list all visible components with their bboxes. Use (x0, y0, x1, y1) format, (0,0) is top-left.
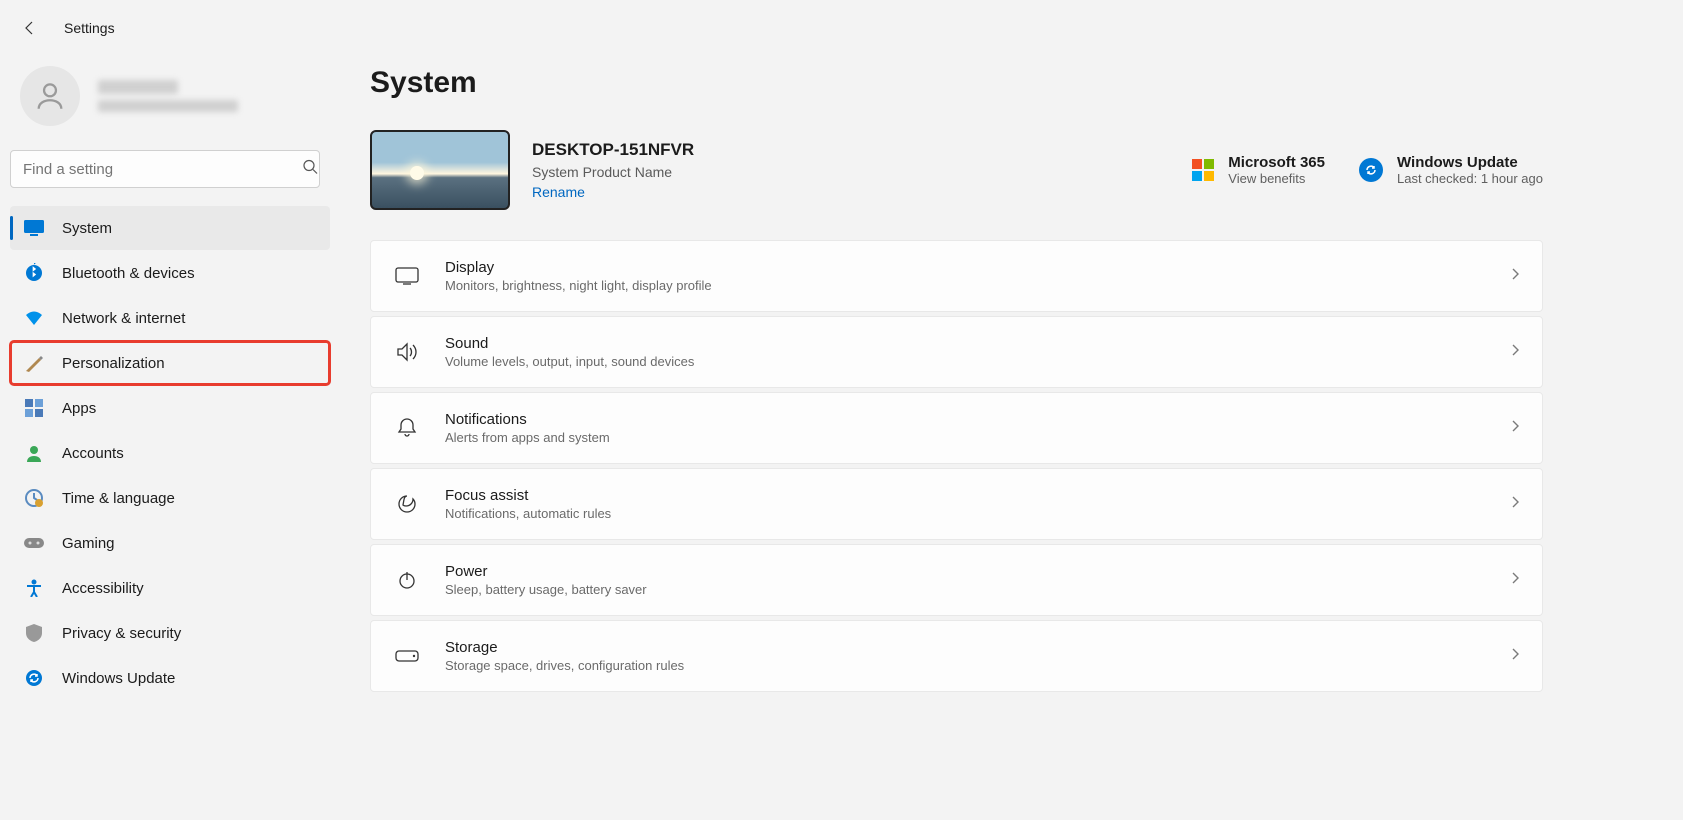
back-button[interactable] (20, 18, 40, 38)
sidebar-item-label: Accounts (62, 445, 124, 462)
sidebar-item-label: Gaming (62, 535, 115, 552)
personalization-icon (24, 353, 44, 373)
sidebar-item-gaming[interactable]: Gaming (10, 521, 330, 565)
sidebar-item-windows-update[interactable]: Windows Update (10, 656, 330, 700)
setting-title: Display (445, 259, 1510, 276)
setting-power[interactable]: Power Sleep, battery usage, battery save… (370, 544, 1543, 616)
sidebar-item-label: Network & internet (62, 310, 185, 327)
setting-desc: Sleep, battery usage, battery saver (445, 582, 1510, 597)
setting-desc: Storage space, drives, configuration rul… (445, 658, 1510, 673)
user-name-redacted (98, 80, 178, 94)
storage-icon (393, 650, 421, 662)
accounts-icon (24, 443, 44, 463)
notifications-icon (393, 417, 421, 439)
main-content: System DESKTOP-151NFVR System Product Na… (340, 56, 1683, 700)
person-icon (33, 79, 67, 113)
windows-update-round-icon (1359, 158, 1383, 182)
focus-assist-icon (393, 494, 421, 514)
windows-update-icon (24, 668, 44, 688)
sidebar-item-label: Accessibility (62, 580, 144, 597)
setting-title: Sound (445, 335, 1510, 352)
ms365-sub: View benefits (1228, 171, 1325, 186)
setting-title: Power (445, 563, 1510, 580)
setting-desc: Notifications, automatic rules (445, 506, 1510, 521)
sidebar-item-label: Privacy & security (62, 625, 181, 642)
sidebar-item-label: Bluetooth & devices (62, 265, 195, 282)
nav: System Bluetooth & devices Network & int… (10, 206, 330, 700)
sidebar-item-time-language[interactable]: Time & language (10, 476, 330, 520)
desktop-wallpaper-thumbnail[interactable] (370, 130, 510, 210)
setting-sound[interactable]: Sound Volume levels, output, input, soun… (370, 316, 1543, 388)
device-product-name: System Product Name (532, 164, 694, 180)
accessibility-icon (24, 578, 44, 598)
chevron-right-icon (1510, 571, 1520, 590)
user-text (98, 80, 238, 112)
network-icon (24, 308, 44, 328)
setting-title: Focus assist (445, 487, 1510, 504)
user-account-block[interactable] (10, 56, 330, 150)
sidebar: System Bluetooth & devices Network & int… (0, 56, 340, 700)
sidebar-item-network[interactable]: Network & internet (10, 296, 330, 340)
microsoft-365-block[interactable]: Microsoft 365 View benefits (1192, 154, 1325, 186)
windows-update-block[interactable]: Windows Update Last checked: 1 hour ago (1359, 154, 1543, 186)
chevron-right-icon (1510, 495, 1520, 514)
ms365-title: Microsoft 365 (1228, 154, 1325, 171)
sidebar-item-label: Apps (62, 400, 96, 417)
bluetooth-icon (24, 263, 44, 283)
sidebar-item-label: Windows Update (62, 670, 175, 687)
chevron-right-icon (1510, 267, 1520, 286)
page-title: System (370, 66, 1543, 100)
sidebar-item-label: Personalization (62, 355, 165, 372)
device-name: DESKTOP-151NFVR (532, 140, 694, 160)
sidebar-item-system[interactable]: System (10, 206, 330, 250)
system-icon (24, 218, 44, 238)
sidebar-item-privacy[interactable]: Privacy & security (10, 611, 330, 655)
chevron-right-icon (1510, 647, 1520, 666)
settings-list: Display Monitors, brightness, night ligh… (370, 240, 1543, 692)
sound-icon (393, 342, 421, 362)
search-input[interactable] (10, 150, 320, 188)
sidebar-item-label: Time & language (62, 490, 175, 507)
device-info-row: DESKTOP-151NFVR System Product Name Rena… (370, 130, 1543, 210)
sidebar-item-apps[interactable]: Apps (10, 386, 330, 430)
app-header: Settings (0, 0, 1683, 56)
arrow-left-icon (22, 20, 38, 36)
microsoft-logo-icon (1192, 159, 1214, 181)
sidebar-item-accessibility[interactable]: Accessibility (10, 566, 330, 610)
search-icon (302, 159, 318, 180)
sidebar-item-accounts[interactable]: Accounts (10, 431, 330, 475)
display-icon (393, 267, 421, 285)
setting-focus-assist[interactable]: Focus assist Notifications, automatic ru… (370, 468, 1543, 540)
setting-title: Notifications (445, 411, 1510, 428)
avatar (20, 66, 80, 126)
gaming-icon (24, 533, 44, 553)
user-email-redacted (98, 100, 238, 112)
setting-title: Storage (445, 639, 1510, 656)
setting-storage[interactable]: Storage Storage space, drives, configura… (370, 620, 1543, 692)
rename-link[interactable]: Rename (532, 184, 694, 200)
setting-notifications[interactable]: Notifications Alerts from apps and syste… (370, 392, 1543, 464)
search-container (10, 150, 330, 188)
setting-display[interactable]: Display Monitors, brightness, night ligh… (370, 240, 1543, 312)
chevron-right-icon (1510, 343, 1520, 362)
app-title: Settings (64, 20, 115, 36)
chevron-right-icon (1510, 419, 1520, 438)
setting-desc: Alerts from apps and system (445, 430, 1510, 445)
winupdate-title: Windows Update (1397, 154, 1543, 171)
sidebar-item-label: System (62, 220, 112, 237)
apps-icon (24, 398, 44, 418)
sidebar-item-personalization[interactable]: Personalization (10, 341, 330, 385)
winupdate-sub: Last checked: 1 hour ago (1397, 171, 1543, 186)
privacy-icon (24, 623, 44, 643)
setting-desc: Monitors, brightness, night light, displ… (445, 278, 1510, 293)
sidebar-item-bluetooth[interactable]: Bluetooth & devices (10, 251, 330, 295)
power-icon (393, 570, 421, 590)
setting-desc: Volume levels, output, input, sound devi… (445, 354, 1510, 369)
time-language-icon (24, 488, 44, 508)
